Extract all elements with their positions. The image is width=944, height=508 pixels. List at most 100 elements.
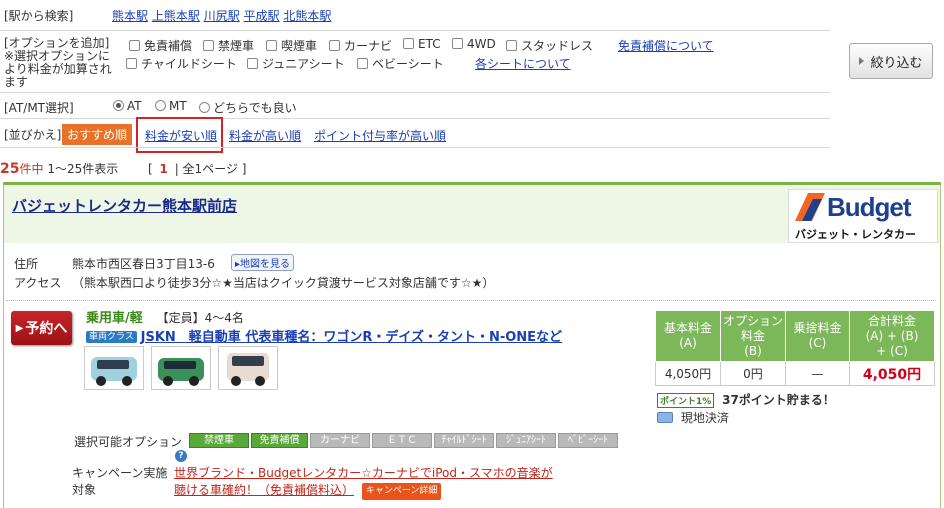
budget-wordmark: Budget (827, 192, 912, 222)
option-tag: 免責補償 (251, 433, 308, 448)
divider (0, 147, 830, 148)
option-tags: 禁煙車 免責補償 カーナビ ＥＴＣ ﾁｬｲﾙﾄﾞｼｰﾄ ｼﾞｭﾆｱｼｰﾄ ﾍﾞﾋﾞｰｼｰﾄ (189, 432, 620, 448)
option-tag: 禁煙車 (189, 433, 249, 448)
price-header-total: 合計料金 (A) + (B) + (C) (849, 310, 935, 362)
sort-price-low-link[interactable]: 料金が安い順 (145, 127, 217, 144)
checkbox-icon[interactable] (403, 38, 414, 49)
shop-header: バジェットレンタカー熊本駅前店 Budget バジェット・レンタカー (4, 185, 940, 243)
option-checkbox-studless[interactable]: スタッドレス (506, 37, 593, 54)
access-label: アクセス (14, 276, 62, 290)
option-tag: カーナビ (310, 433, 370, 448)
sort-recommended: おすすめ順 (62, 124, 133, 145)
station-link[interactable]: 熊本駅 (112, 9, 148, 23)
price-table: 基本料金 (A) オプション料金 (B) 乗捨料金 (C) 合計料金 (A) +… (655, 310, 935, 386)
station-link[interactable]: 川尻駅 (204, 9, 240, 23)
results-count: 25 (0, 161, 20, 177)
plan-type-line: 乗用車/軽 【定員】4〜4名 (86, 307, 244, 326)
option-tag: ﾍﾞﾋﾞｰｼｰﾄ (558, 433, 618, 448)
radio-icon[interactable] (155, 100, 166, 111)
seat-info-link[interactable]: 各シートについて (475, 55, 571, 72)
radio-icon[interactable] (113, 100, 124, 111)
checkbox-icon[interactable] (452, 38, 463, 49)
price-basic: 4,050円 (655, 361, 721, 386)
option-tag: ｼﾞｭﾆｱｼｰﾄ (496, 433, 556, 448)
car-class-link[interactable]: JSKN 軽自動車 代表車種名：ワゴンR・デイズ・タント・N-ONEなど (141, 330, 562, 345)
sort-price-high-link[interactable]: 料金が高い順 (229, 127, 301, 144)
dotted-divider (6, 300, 936, 301)
payment-text: 現地決済 (680, 411, 729, 425)
point-line: ポイント1% 37ポイント貯まる！ (657, 391, 835, 408)
car-image[interactable] (218, 346, 278, 390)
option-checkbox-4wd[interactable]: 4WD (452, 37, 496, 51)
car-image[interactable] (84, 346, 144, 390)
option-checkbox-etc[interactable]: ETC (403, 37, 441, 51)
point-badge: ポイント1% (657, 393, 715, 408)
divider (0, 30, 830, 31)
radio-mt[interactable]: MT (155, 99, 187, 113)
station-link[interactable]: 上熊本駅 (152, 9, 200, 23)
option-checkbox-insurance[interactable]: 免責補償 (129, 37, 192, 54)
budget-logo-mark (795, 193, 825, 221)
price-header-basic: 基本料金 (A) (655, 310, 721, 362)
checkbox-icon[interactable] (266, 40, 277, 51)
address-label: 住所 (14, 257, 39, 271)
chevron-right-icon: ▶ (15, 322, 24, 334)
transmission-label: [AT/MT選択] (4, 101, 74, 115)
checkbox-icon[interactable] (357, 58, 368, 69)
campaign-detail-badge[interactable]: キャンペーン詳細 (361, 483, 442, 500)
reserve-button[interactable]: ▶ 予約へ (11, 311, 72, 345)
campaign-block: 世界ブランド・Budgetレンタカー☆カーナビでiPod・スマホの音楽が聴ける車… (174, 465, 554, 500)
point-text: 37ポイント貯まる！ (722, 393, 835, 407)
budget-subtitle: バジェット・レンタカー (795, 228, 916, 241)
option-tag: ＥＴＣ (372, 433, 432, 448)
address-text: 熊本市西区春日3丁目13-6 (72, 257, 215, 271)
filter-button[interactable]: 絞り込む (849, 43, 933, 79)
map-button[interactable]: ▸地図を見る (231, 254, 295, 271)
option-checkbox-babyseat[interactable]: ベビーシート (357, 55, 444, 72)
shop-name-link[interactable]: バジェットレンタカー熊本駅前店 (12, 195, 237, 216)
option-tag: ﾁｬｲﾙﾄﾞｼｰﾄ (434, 433, 494, 448)
option-checkbox-juniorseat[interactable]: ジュニアシート (247, 55, 345, 72)
current-page: 1 (159, 162, 168, 176)
radio-at[interactable]: AT (113, 99, 142, 113)
checkbox-icon[interactable] (329, 40, 340, 51)
sort-active: おすすめ順 (62, 124, 133, 145)
pager: [ 1 | 全1ページ ] (148, 162, 247, 176)
checkbox-icon[interactable] (506, 40, 517, 51)
price-dropoff: — (785, 361, 850, 386)
price-header-dropoff: 乗捨料金 (C) (785, 310, 850, 362)
sort-label: [並びかえ] (4, 128, 62, 142)
price-total: 4,050円 (849, 361, 935, 386)
station-link[interactable]: 平成駅 (244, 9, 280, 23)
checkbox-icon[interactable] (203, 40, 214, 51)
car-class-badge: 車両クラス (86, 331, 137, 343)
car-type: 乗用車/軽 (86, 311, 143, 326)
checkbox-icon[interactable] (126, 58, 137, 69)
price-header-option: オプション料金 (B) (720, 310, 786, 362)
checkbox-icon[interactable] (129, 40, 140, 51)
car-class-line: 車両クラス JSKN 軽自動車 代表車種名：ワゴンR・デイズ・タント・N-ONE… (86, 326, 562, 345)
campaign-label: キャンペーン実施対象 (72, 466, 168, 497)
divider (0, 118, 830, 119)
station-link[interactable]: 北熊本駅 (283, 9, 331, 23)
access-text: （熊本駅西口より徒歩3分☆★当店はクイック貸渡サービス対象店舗です☆★） (72, 276, 495, 290)
payment-line: 現地決済 (657, 409, 729, 426)
results-summary: 25件中 1〜25件表示 (0, 160, 118, 177)
radio-icon[interactable] (199, 102, 210, 113)
option-checkbox-nonsmoking[interactable]: 禁煙車 (203, 37, 254, 54)
insurance-info-link[interactable]: 免責補償について (618, 37, 714, 54)
sort-points-link[interactable]: ポイント付与率が高い順 (314, 127, 446, 144)
options-label-block: [オプションを追加] ※選択オプションにより料金が加算されます (4, 37, 116, 89)
option-checkbox-smoking[interactable]: 喫煙車 (266, 37, 317, 54)
station-search-label: [駅から検索] (4, 9, 74, 23)
arrow-right-icon (859, 57, 865, 65)
radio-any[interactable]: どちらでも良い (199, 99, 297, 116)
station-links: 熊本駅 上熊本駅 川尻駅 平成駅 北熊本駅 (112, 7, 331, 24)
card-icon (657, 412, 673, 423)
capacity: 【定員】4〜4名 (156, 311, 244, 325)
option-checkbox-childseat[interactable]: チャイルドシート (126, 55, 237, 72)
car-image[interactable] (151, 346, 211, 390)
option-checkbox-carnavi[interactable]: カーナビ (329, 37, 392, 54)
help-icon[interactable]: ? (175, 447, 187, 462)
checkbox-icon[interactable] (247, 58, 258, 69)
